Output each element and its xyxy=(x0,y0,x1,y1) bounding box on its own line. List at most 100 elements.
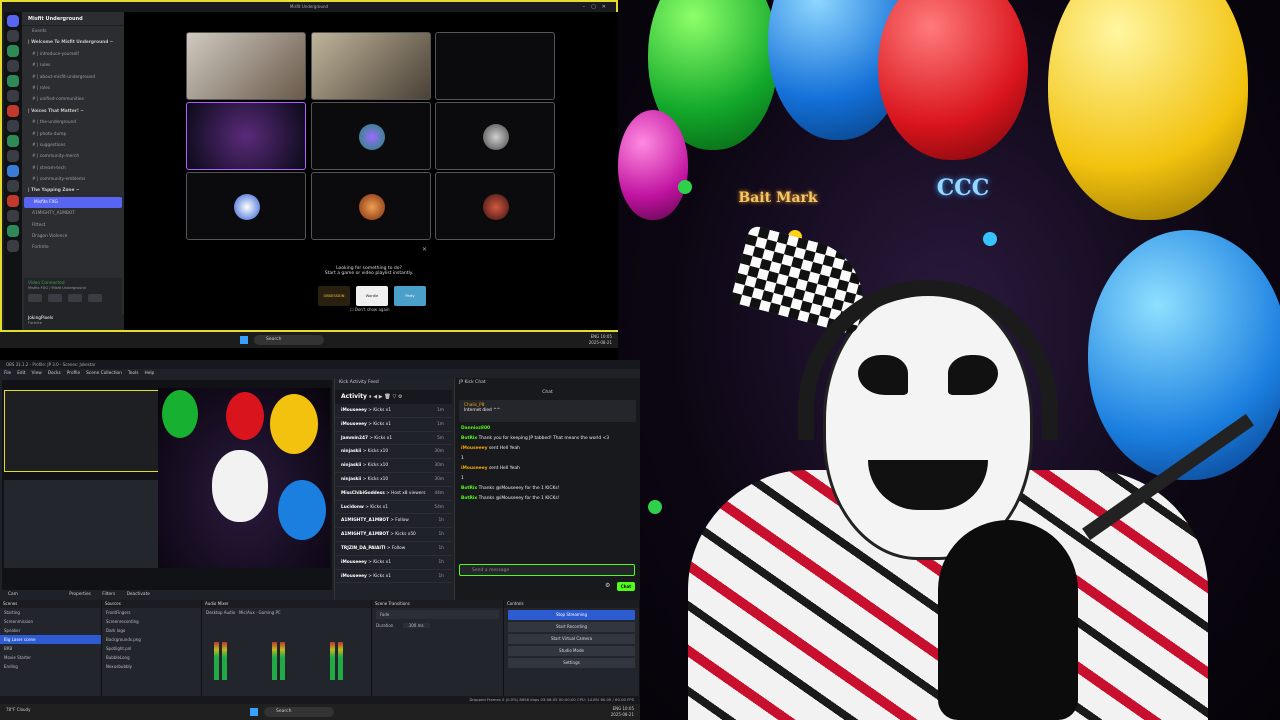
weather-widget[interactable]: 78°F Cloudy xyxy=(6,707,30,712)
server-icon[interactable] xyxy=(7,120,19,132)
chat-user[interactable]: BotRix xyxy=(461,436,477,441)
scene-item[interactable]: Movie Starter xyxy=(0,653,101,662)
taskbar-search[interactable]: Search xyxy=(254,335,324,345)
source-item[interactable]: BubbleLong xyxy=(102,653,201,662)
video-tile[interactable] xyxy=(435,172,555,240)
feed-item[interactable]: A1MIGHTY_A1MBOT > Follow 1h xyxy=(335,514,452,529)
channel-item[interactable]: # | unified-communities xyxy=(22,94,124,105)
scene-item[interactable]: BRB xyxy=(0,644,101,653)
menu-item[interactable]: Docks xyxy=(48,371,61,376)
chat-user[interactable]: iMouseeey xyxy=(461,446,487,451)
channel-item[interactable]: # | roles xyxy=(22,83,124,94)
channel-item[interactable]: # | community-merch xyxy=(22,151,124,162)
chat-user[interactable]: iMouseeey xyxy=(461,466,487,471)
server-icon[interactable] xyxy=(7,60,19,72)
chat-user[interactable]: BotRix xyxy=(461,486,477,491)
server-name[interactable]: Misfit Underground xyxy=(22,12,124,26)
dont-show-checkbox[interactable]: ☐ Don't show again xyxy=(350,307,390,312)
server-icon[interactable] xyxy=(7,45,19,57)
feed-item[interactable]: iMouseeey > Kicks x1 1m xyxy=(335,404,452,418)
channel-item[interactable]: # | stream-tech xyxy=(22,163,124,174)
channel-item[interactable]: Misfits FXG xyxy=(24,196,122,209)
feed-item[interactable]: iMouseeey > Kicks x1 1h xyxy=(335,556,452,570)
channel-item[interactable]: Fittest xyxy=(22,220,124,231)
feed-item[interactable]: iMouseeey > Kicks x1 1h xyxy=(335,570,452,584)
video-tile[interactable] xyxy=(435,32,555,100)
channel-item[interactable]: # | rules xyxy=(22,60,124,71)
feed-item[interactable]: TRJZIN_DA_PAIAITI > Follow 1h xyxy=(335,542,452,556)
obs-preview[interactable] xyxy=(2,380,332,590)
chat-user[interactable]: BotRix xyxy=(461,496,477,501)
deactivate-button[interactable]: Deactivate xyxy=(127,592,150,597)
video-tile[interactable] xyxy=(435,102,555,170)
system-tray[interactable]: ENG 10:05 2025-08-21 xyxy=(611,706,634,718)
channel-item[interactable]: # | suggestions xyxy=(22,140,124,151)
menu-item[interactable]: Help xyxy=(144,371,154,376)
server-icon[interactable] xyxy=(7,30,19,42)
scene-item[interactable]: Screenmission xyxy=(0,617,101,626)
control-button[interactable]: Start Virtual Camera xyxy=(508,634,635,644)
chat-user[interactable]: Dannioz800 xyxy=(461,426,490,431)
scene-item[interactable]: Starting xyxy=(0,608,101,617)
filters-button[interactable]: Filters xyxy=(102,592,115,597)
activity-card[interactable]: Wordle xyxy=(356,286,388,306)
source-item[interactable]: FrontFingers xyxy=(102,608,201,617)
scene-item[interactable]: Big Laser scene xyxy=(0,635,101,644)
server-icon[interactable] xyxy=(7,150,19,162)
server-icon[interactable] xyxy=(7,210,19,222)
activity-card[interactable]: Party xyxy=(394,286,426,306)
menu-item[interactable]: Edit xyxy=(17,371,25,376)
window-controls[interactable]: –▢✕ xyxy=(583,2,612,12)
control-button[interactable]: Settings xyxy=(508,658,635,668)
feed-item[interactable]: MissChibiGoddess > Host x8 viewers 44m xyxy=(335,487,452,501)
activity-card[interactable]: OBSESSION xyxy=(318,286,350,306)
server-icon[interactable] xyxy=(7,105,19,117)
pause-icon[interactable]: ⏸ ◀ ▶ 🗑 ▽ ⚙ xyxy=(369,394,403,400)
duration-input[interactable]: 300 ms xyxy=(402,623,430,628)
server-icon[interactable] xyxy=(7,225,19,237)
soundboard-button[interactable] xyxy=(88,294,102,302)
channel-item[interactable]: # | about-misfit-underground xyxy=(22,72,124,83)
chat-send-button[interactable]: Chat xyxy=(617,582,635,591)
video-tile-speaking[interactable] xyxy=(186,102,306,170)
feed-item[interactable]: ninjaskii > Kicks x10 30m xyxy=(335,459,452,473)
feed-item[interactable]: Jammin247 > Kicks x1 5m xyxy=(335,432,452,446)
server-icon[interactable] xyxy=(7,75,19,87)
close-icon[interactable]: ✕ xyxy=(422,246,427,253)
source-item[interactable]: Nexusbubbly xyxy=(102,662,201,671)
server-icon[interactable] xyxy=(7,15,19,27)
pinned-message[interactable]: Chalis_P8 Internet died ^^ xyxy=(459,400,636,422)
source-item[interactable]: Spotlight.pnl xyxy=(102,644,201,653)
properties-button[interactable]: Properties xyxy=(69,592,91,597)
menu-item[interactable]: View xyxy=(32,371,42,376)
start-icon[interactable] xyxy=(240,336,248,344)
menu-item[interactable]: Profile xyxy=(67,371,80,376)
feed-item[interactable]: Lucidonw > Kicks x1 54m xyxy=(335,501,452,515)
system-tray[interactable]: ENG 10:05 2025-08-21 xyxy=(589,334,612,346)
menu-item[interactable]: File xyxy=(4,371,11,376)
control-button[interactable]: Studio Mode xyxy=(508,646,635,656)
channel-item[interactable]: # | community-emblems xyxy=(22,174,124,185)
feed-item[interactable]: iMouseeey > Kicks x1 1m xyxy=(335,418,452,432)
source-item[interactable]: Screenrecording xyxy=(102,617,201,626)
taskbar-search[interactable]: Search xyxy=(264,707,334,717)
video-tile[interactable] xyxy=(186,32,306,100)
screen-share-button[interactable] xyxy=(48,294,62,302)
camera-button[interactable] xyxy=(28,294,42,302)
control-button[interactable]: Stop Streaming xyxy=(508,610,635,620)
channel-item[interactable]: Dragon Violence xyxy=(22,231,124,242)
channel-item[interactable]: # | introduce-yourself xyxy=(22,49,124,60)
scene-item[interactable]: Speaker xyxy=(0,626,101,635)
server-icon[interactable] xyxy=(7,90,19,102)
channel-item[interactable]: A1MIGHTY_A1MBOT xyxy=(22,208,124,219)
transition-select[interactable]: Fade xyxy=(376,610,499,619)
feed-item[interactable]: ninjaskii > Kicks x10 30m xyxy=(335,445,452,460)
server-icon[interactable] xyxy=(7,180,19,192)
channel-item[interactable]: # | the-underground xyxy=(22,117,124,128)
server-icon[interactable] xyxy=(7,135,19,147)
server-icon[interactable] xyxy=(7,240,19,252)
server-icon[interactable] xyxy=(7,195,19,207)
start-icon[interactable] xyxy=(250,708,258,716)
feed-item[interactable]: ninjaskii > Kicks x10 30m xyxy=(335,473,452,487)
video-tile[interactable] xyxy=(311,102,431,170)
